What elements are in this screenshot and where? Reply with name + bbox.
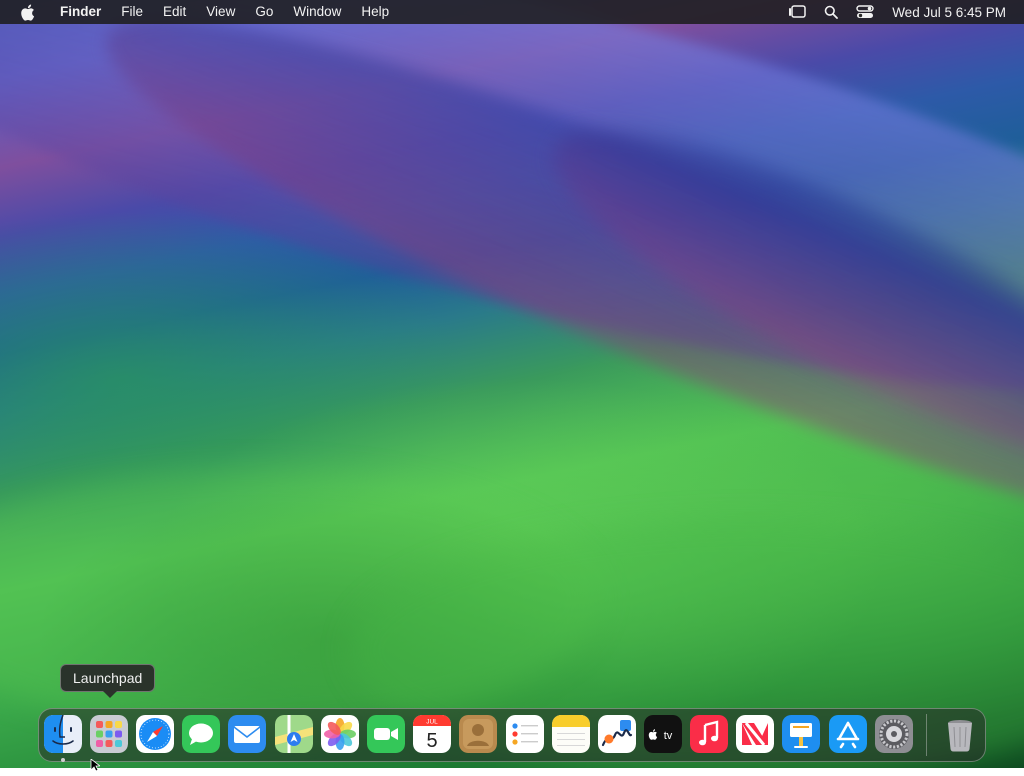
dock-separator — [926, 714, 927, 756]
reminders-icon[interactable] — [506, 715, 544, 753]
calendar-day-label: 5 — [426, 730, 437, 752]
control-center-icon[interactable] — [856, 3, 874, 21]
menu-go[interactable]: Go — [245, 0, 283, 24]
menu-help[interactable]: Help — [351, 0, 399, 24]
freeform-icon[interactable] — [598, 715, 636, 753]
finder-icon[interactable] — [44, 715, 82, 753]
app-store-icon[interactable] — [829, 715, 867, 753]
apple-menu-icon[interactable] — [18, 3, 36, 21]
menu-view[interactable]: View — [196, 0, 245, 24]
system-settings-icon[interactable] — [875, 715, 913, 753]
mouse-cursor-icon — [90, 758, 102, 772]
dock-tooltip: Launchpad — [60, 664, 156, 698]
spotlight-search-icon[interactable] — [822, 3, 840, 21]
launchpad-icon[interactable] — [90, 715, 128, 753]
calendar-month-label: JUL — [426, 719, 438, 726]
notes-icon[interactable] — [552, 715, 590, 753]
stage-manager-icon[interactable] — [788, 3, 806, 21]
calendar-icon[interactable]: JUL 5 — [413, 715, 451, 753]
safari-icon[interactable] — [136, 715, 174, 753]
news-icon[interactable] — [736, 715, 774, 753]
trash-icon[interactable] — [941, 715, 979, 753]
menu-bar-clock[interactable]: Wed Jul 5 6:45 PM — [892, 5, 1006, 20]
menu-bar: Finder File Edit View Go Window Help Wed… — [0, 0, 1024, 24]
messages-icon[interactable] — [182, 715, 220, 753]
menu-window[interactable]: Window — [283, 0, 351, 24]
apple-tv-icon[interactable]: tv — [644, 715, 682, 753]
keynote-icon[interactable] — [782, 715, 820, 753]
running-indicator — [61, 758, 65, 762]
menu-app-finder[interactable]: Finder — [50, 0, 111, 24]
photos-icon[interactable] — [321, 715, 359, 753]
facetime-icon[interactable] — [367, 715, 405, 753]
desktop-wallpaper — [0, 0, 1024, 768]
apple-tv-label: tv — [664, 730, 673, 742]
music-icon[interactable] — [690, 715, 728, 753]
contacts-icon[interactable] — [459, 715, 497, 753]
menu-file[interactable]: File — [111, 0, 153, 24]
maps-icon[interactable] — [275, 715, 313, 753]
menu-edit[interactable]: Edit — [153, 0, 196, 24]
mail-icon[interactable] — [228, 715, 266, 753]
